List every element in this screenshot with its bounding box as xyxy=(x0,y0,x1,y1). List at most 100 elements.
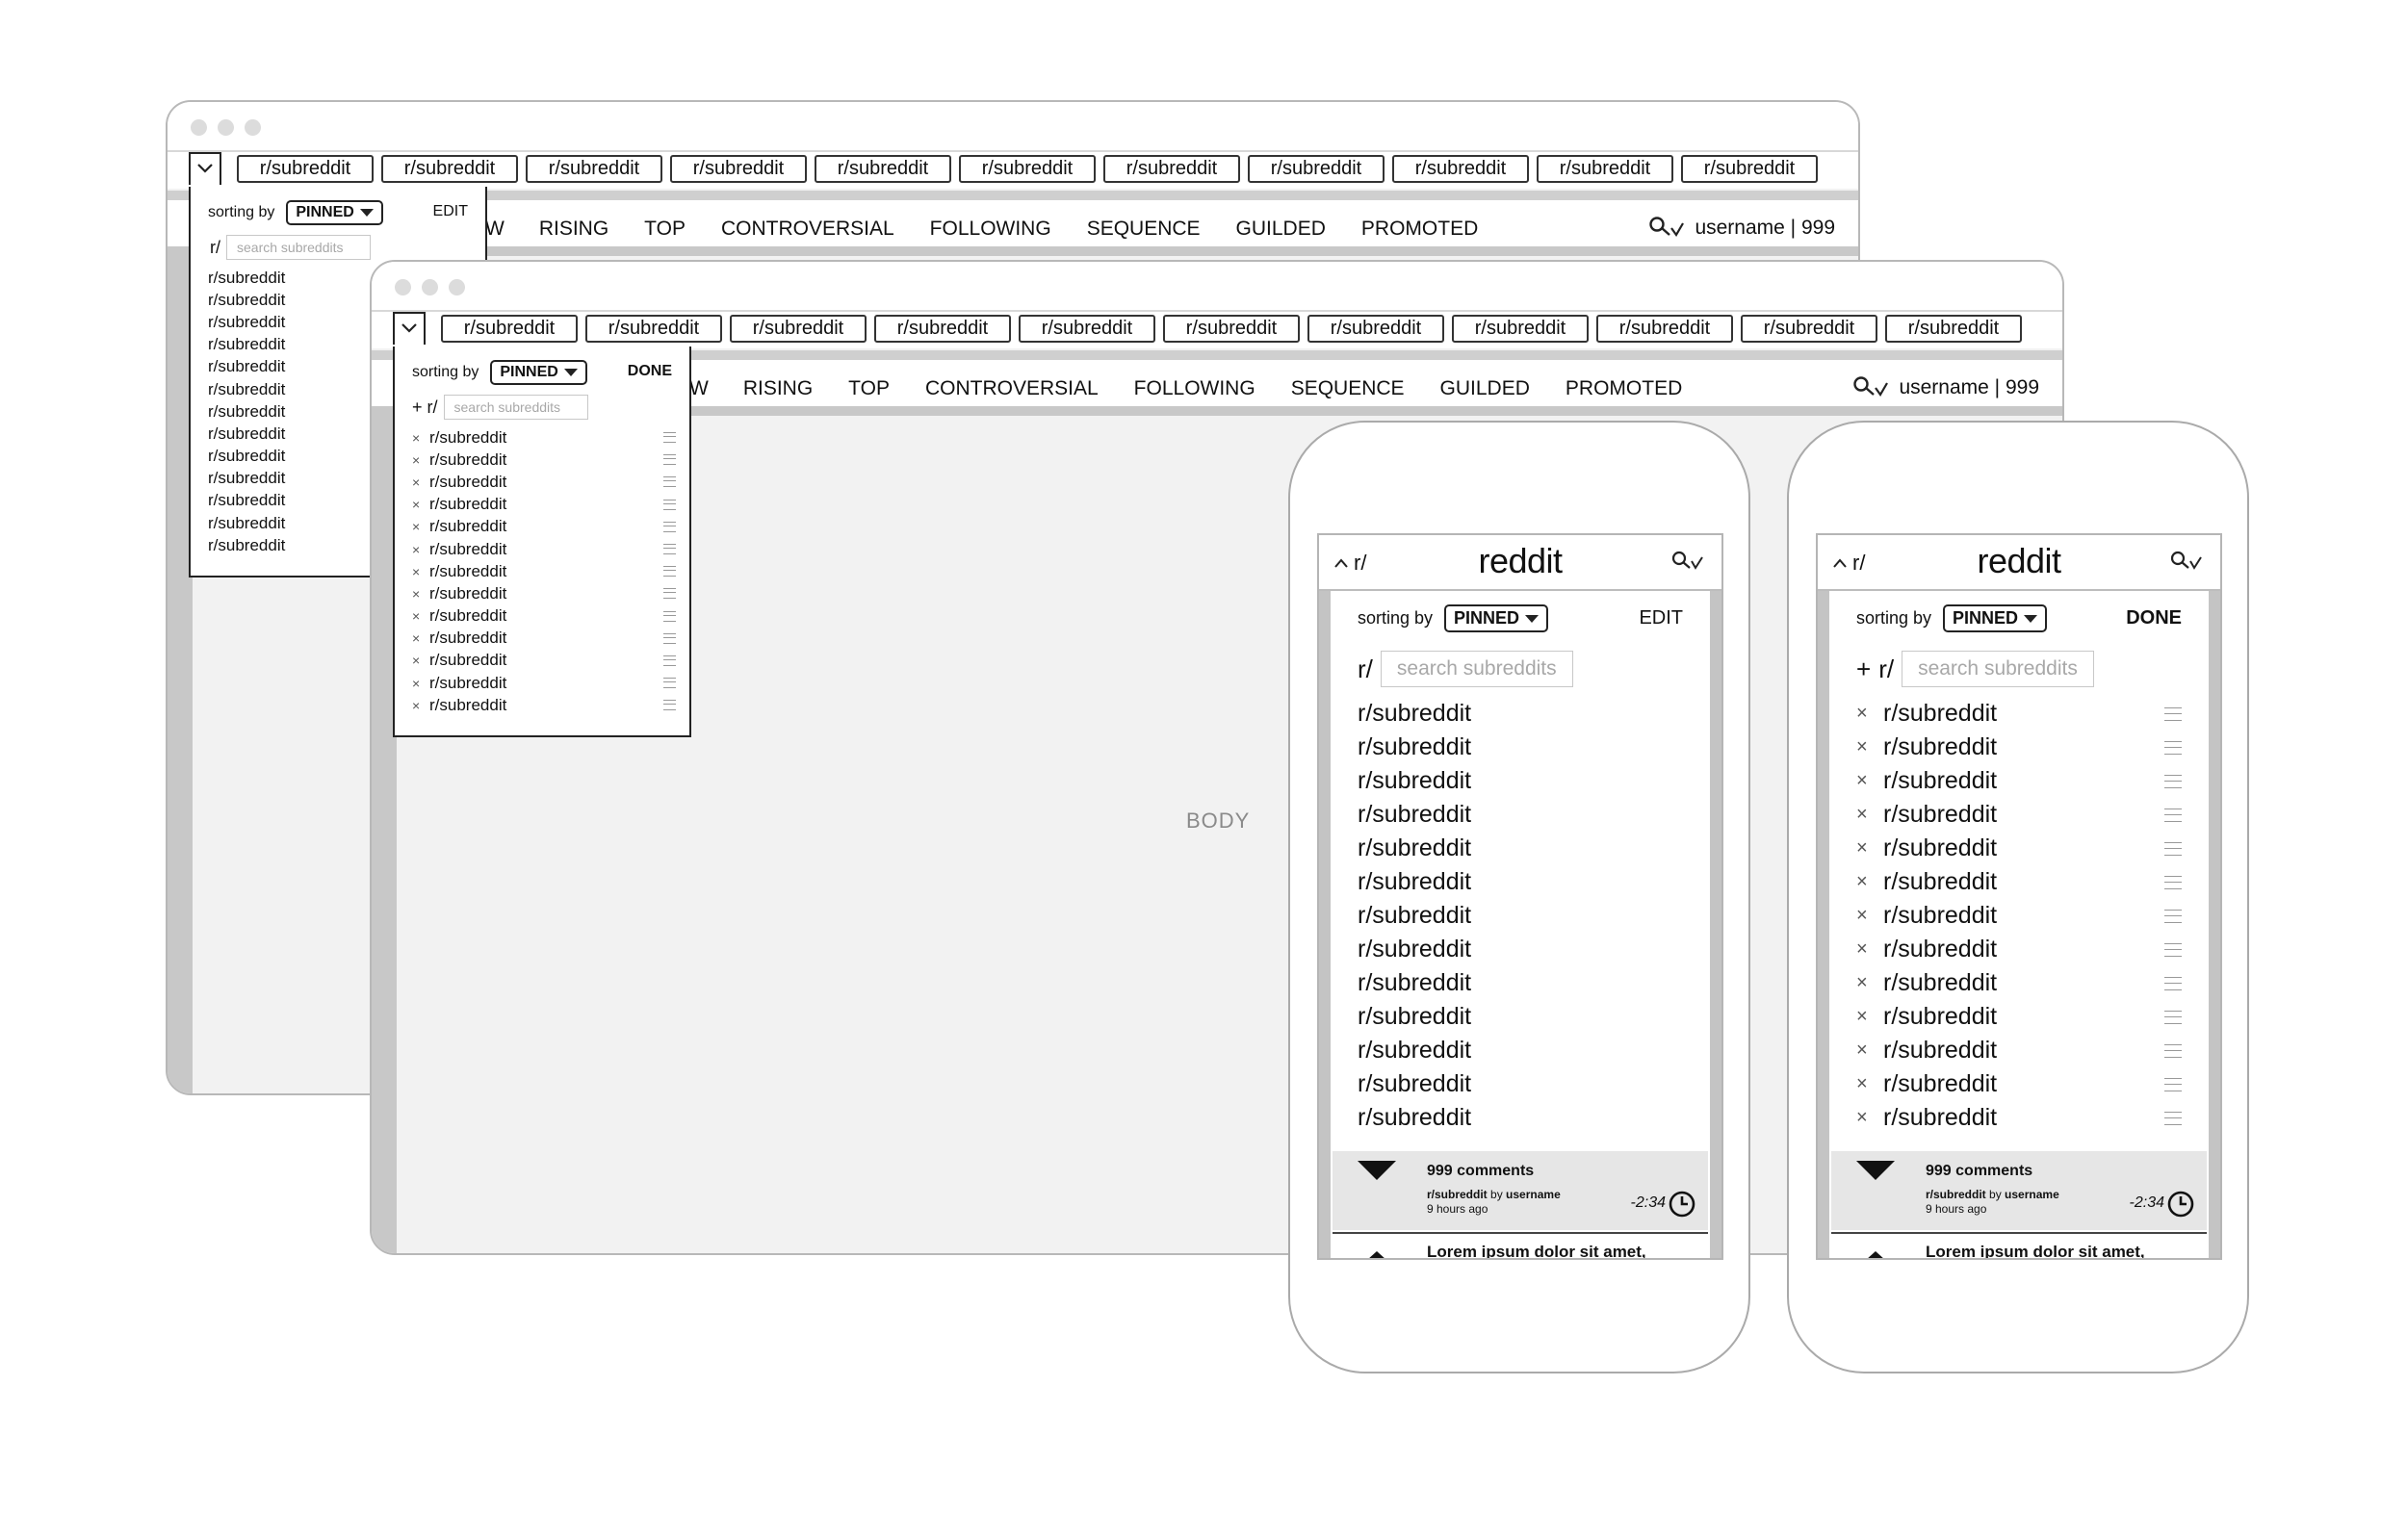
subreddit-list-item[interactable]: r/subreddit xyxy=(1358,832,1683,865)
subreddit-list-item[interactable]: × r/subreddit xyxy=(412,582,676,604)
post-card[interactable]: 999 comments r/subreddit by username 9 h… xyxy=(1333,1151,1708,1230)
post-title[interactable]: Lorem ipsum dolor sit amet, xyxy=(1427,1243,1646,1258)
subreddit-list-item[interactable]: × r/subreddit xyxy=(412,471,676,493)
subreddit-tab[interactable]: r/subreddit xyxy=(1681,155,1818,183)
subreddit-list-item[interactable]: × r/subreddit xyxy=(1856,697,2182,731)
user-menu[interactable] xyxy=(1671,551,1706,578)
subreddit-list-item[interactable]: × r/subreddit xyxy=(1856,899,2182,933)
nav-guilded[interactable]: GUILDED xyxy=(1236,218,1326,241)
subreddit-list-item[interactable]: × r/subreddit xyxy=(412,538,676,560)
upvote-icon[interactable] xyxy=(1358,1251,1396,1258)
sort-select[interactable]: PINNED xyxy=(286,200,383,225)
drag-handle-icon[interactable] xyxy=(663,454,676,466)
drag-handle-icon[interactable] xyxy=(2164,774,2182,788)
remove-icon[interactable]: × xyxy=(412,475,429,490)
remove-icon[interactable]: × xyxy=(1856,1006,1883,1028)
remove-icon[interactable]: × xyxy=(1856,1107,1883,1129)
comment-count[interactable]: 999 comments xyxy=(1926,1163,2032,1180)
subreddit-menu-toggle[interactable] xyxy=(189,152,221,185)
edit-button[interactable]: EDIT xyxy=(1639,607,1683,629)
post-username[interactable]: username xyxy=(2005,1188,2059,1201)
drag-handle-icon[interactable] xyxy=(2164,1010,2182,1024)
subreddit-tab[interactable]: r/subreddit xyxy=(1885,315,2022,343)
nav-following[interactable]: FOLLOWING xyxy=(930,218,1051,241)
drag-handle-icon[interactable] xyxy=(2164,942,2182,957)
nav-guilded[interactable]: GUILDED xyxy=(1440,377,1530,400)
subreddit-tab[interactable]: r/subreddit xyxy=(237,155,374,183)
subreddit-list-item[interactable]: × r/subreddit xyxy=(1856,865,2182,899)
remove-icon[interactable]: × xyxy=(412,653,429,668)
nav-top[interactable]: TOP xyxy=(848,377,890,400)
downvote-icon[interactable] xyxy=(1856,1161,1895,1180)
user-menu[interactable] xyxy=(2170,551,2205,578)
nav-controversial[interactable]: CONTROVERSIAL xyxy=(721,218,894,241)
subreddit-list-item[interactable]: × r/subreddit xyxy=(412,560,676,582)
subreddit-list-item[interactable]: × r/subreddit xyxy=(412,449,676,471)
subreddit-tab[interactable]: r/subreddit xyxy=(1103,155,1240,183)
subreddit-list-item[interactable]: × r/subreddit xyxy=(1856,832,2182,865)
subreddit-list-item[interactable]: × r/subreddit xyxy=(1856,731,2182,764)
drag-handle-icon[interactable] xyxy=(2164,909,2182,923)
remove-icon[interactable]: × xyxy=(1856,770,1883,792)
drag-handle-icon[interactable] xyxy=(663,588,676,600)
subreddit-tab[interactable]: r/subreddit xyxy=(874,315,1011,343)
subreddit-list-item[interactable]: × r/subreddit xyxy=(412,494,676,516)
window-dot[interactable] xyxy=(245,119,261,136)
drag-handle-icon[interactable] xyxy=(663,632,676,644)
subreddit-tab[interactable]: r/subreddit xyxy=(441,315,578,343)
subreddit-tab[interactable]: r/subreddit xyxy=(1537,155,1673,183)
remove-icon[interactable]: × xyxy=(1856,871,1883,893)
subreddit-list-item[interactable]: × r/subreddit xyxy=(1856,966,2182,1000)
subreddit-tab[interactable]: r/subreddit xyxy=(1248,155,1385,183)
subreddit-list-item[interactable]: × r/subreddit xyxy=(1856,1101,2182,1135)
remove-icon[interactable]: × xyxy=(1856,804,1883,826)
edit-button[interactable]: EDIT xyxy=(433,203,468,220)
subreddit-list-item[interactable]: × r/subreddit xyxy=(1856,1000,2182,1034)
upvote-icon[interactable] xyxy=(1856,1251,1895,1258)
remove-icon[interactable]: × xyxy=(412,630,429,646)
drag-handle-icon[interactable] xyxy=(2164,976,2182,990)
subreddit-tab[interactable]: r/subreddit xyxy=(959,155,1096,183)
done-button[interactable]: DONE xyxy=(2126,607,2182,629)
drag-handle-icon[interactable] xyxy=(2164,706,2182,721)
downvote-icon[interactable] xyxy=(1358,1161,1396,1180)
remove-icon[interactable]: × xyxy=(1856,736,1883,758)
subreddit-list-item[interactable]: × r/subreddit xyxy=(412,628,676,650)
drag-handle-icon[interactable] xyxy=(663,432,676,444)
subreddit-tab[interactable]: r/subreddit xyxy=(526,155,662,183)
remove-icon[interactable]: × xyxy=(412,542,429,557)
drag-handle-icon[interactable] xyxy=(663,700,676,711)
drag-handle-icon[interactable] xyxy=(663,610,676,622)
drag-handle-icon[interactable] xyxy=(663,654,676,666)
subreddit-tab[interactable]: r/subreddit xyxy=(1307,315,1444,343)
subreddit-tab[interactable]: r/subreddit xyxy=(1452,315,1589,343)
post-card[interactable]: Lorem ipsum dolor sit amet, xyxy=(1333,1232,1708,1258)
drag-handle-icon[interactable] xyxy=(2164,808,2182,822)
add-icon[interactable]: + xyxy=(1856,654,1871,684)
subreddit-menu-toggle[interactable] xyxy=(393,312,426,345)
remove-icon[interactable]: × xyxy=(412,608,429,624)
window-dot[interactable] xyxy=(449,279,465,295)
subreddit-list-item[interactable]: r/subreddit xyxy=(1358,1101,1683,1135)
post-card[interactable]: 999 comments r/subreddit by username 9 h… xyxy=(1831,1151,2207,1230)
user-menu[interactable]: username | 999 xyxy=(1852,375,2039,400)
nav-rising[interactable]: RISING xyxy=(539,218,608,241)
subreddit-list-item[interactable]: × r/subreddit xyxy=(412,426,676,449)
search-input[interactable]: search subreddits xyxy=(443,395,588,420)
nav-sequence[interactable]: SEQUENCE xyxy=(1087,218,1201,241)
remove-icon[interactable]: × xyxy=(1856,837,1883,860)
nav-top[interactable]: TOP xyxy=(644,218,686,241)
remove-icon[interactable]: × xyxy=(412,676,429,691)
subreddit-list-item[interactable]: × r/subreddit xyxy=(412,694,676,716)
remove-icon[interactable]: × xyxy=(412,452,429,468)
search-input[interactable]: search subreddits xyxy=(226,235,371,260)
subreddit-list-item[interactable]: × r/subreddit xyxy=(412,605,676,628)
subreddit-list-item[interactable]: × r/subreddit xyxy=(412,650,676,672)
nav-promoted[interactable]: PROMOTED xyxy=(1361,218,1478,241)
subreddit-list-item[interactable]: × r/subreddit xyxy=(1856,1067,2182,1101)
remove-icon[interactable]: × xyxy=(1856,972,1883,994)
remove-icon[interactable]: × xyxy=(412,519,429,534)
drag-handle-icon[interactable] xyxy=(663,544,676,555)
comment-count[interactable]: 999 comments xyxy=(1427,1163,1534,1180)
remove-icon[interactable]: × xyxy=(412,586,429,602)
